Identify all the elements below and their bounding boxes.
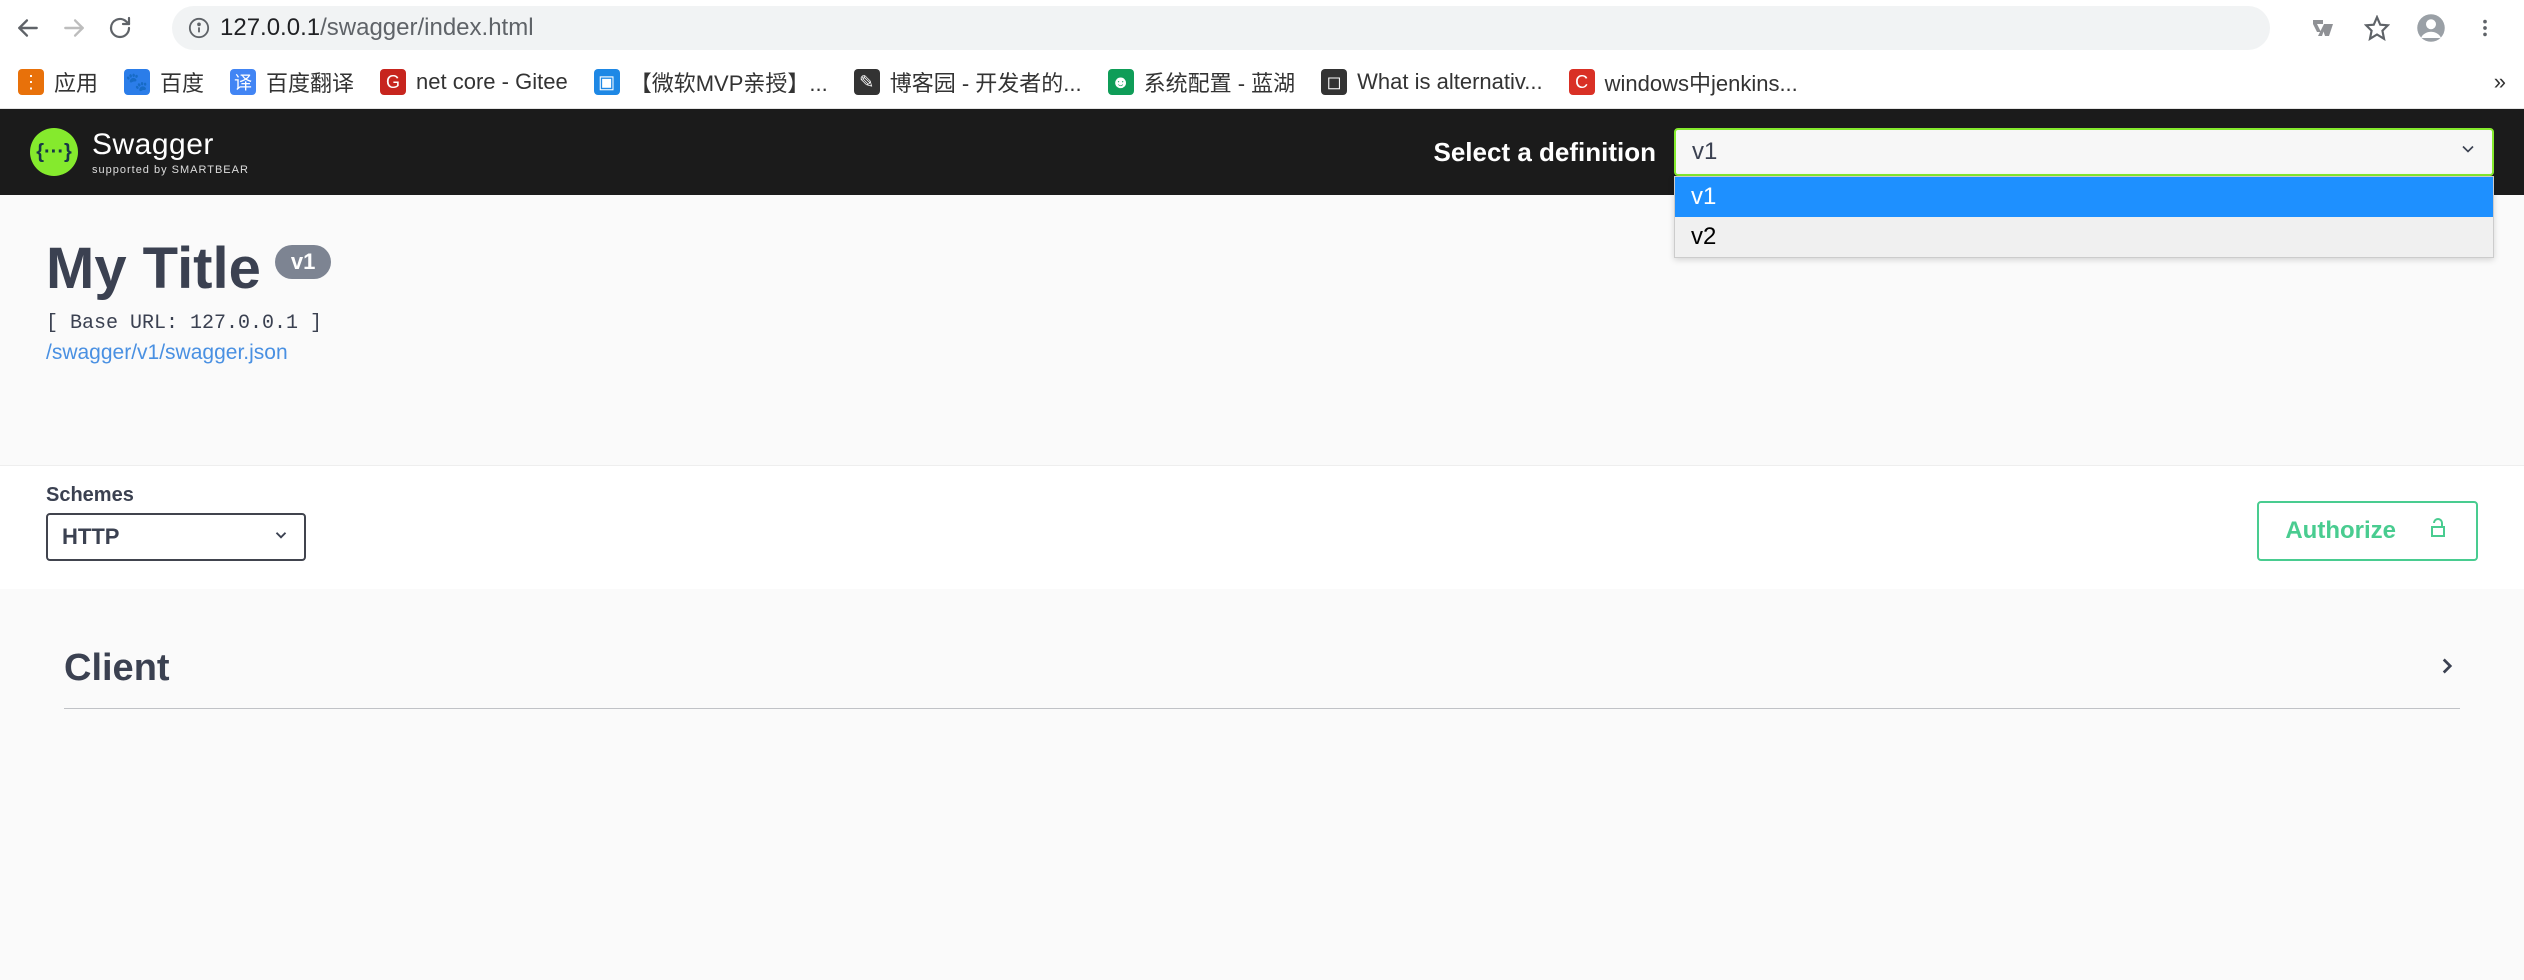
- swagger-brand-text: Swagger: [92, 128, 214, 161]
- url-path: /swagger/index.html: [320, 14, 533, 41]
- version-badge: v1: [275, 245, 331, 279]
- bookmark-icon: 译: [230, 69, 256, 95]
- bookmark-label: 系统配置 - 蓝湖: [1144, 66, 1296, 98]
- schemes-row: Schemes HTTP Authorize: [0, 465, 2524, 589]
- bookmark-label: net core - Gitee: [416, 69, 568, 95]
- bookmark-label: 应用: [54, 66, 98, 98]
- bookmark-item[interactable]: ▣ 【微软MVP亲授】...: [594, 66, 828, 98]
- bookmarks-row: ⋮⋮⋮ 应用 🐾 百度译百度翻译 Gnet core - Gitee ▣ 【微软MVP亲授】…: [0, 56, 2524, 108]
- bookmark-item[interactable]: Gnet core - Gitee: [380, 69, 568, 95]
- tag-row[interactable]: Client: [64, 629, 2460, 709]
- bookmark-label: What is alternativ...: [1357, 69, 1542, 95]
- bookmark-label: 百度: [160, 66, 204, 98]
- chevron-right-icon: [2434, 653, 2460, 684]
- bookmark-item[interactable]: 译百度翻译: [230, 66, 354, 98]
- schemes-label: Schemes: [46, 484, 306, 507]
- star-icon[interactable]: [2362, 13, 2392, 43]
- definition-option[interactable]: v2: [1675, 217, 2493, 257]
- url-text: 127.0.0.1/swagger/index.html: [220, 14, 534, 42]
- authorize-button[interactable]: Authorize: [2257, 501, 2478, 561]
- definition-option[interactable]: v1: [1675, 177, 2493, 217]
- api-title: My Title: [46, 235, 261, 302]
- url-bar[interactable]: 127.0.0.1/swagger/index.html: [172, 6, 2270, 50]
- definition-select[interactable]: v1: [1674, 128, 2494, 176]
- profile-icon[interactable]: [2416, 13, 2446, 43]
- bookmark-icon: ◻: [1321, 69, 1347, 95]
- bookmark-icon: ✎: [854, 69, 880, 95]
- url-host: 127.0.0.1: [220, 14, 320, 41]
- bookmark-icon: 🐾: [124, 69, 150, 95]
- swagger-logo[interactable]: {···} Swagger supported by SMARTBEAR: [30, 128, 249, 176]
- bookmark-overflow[interactable]: »: [2494, 69, 2506, 95]
- reload-icon[interactable]: [106, 14, 134, 42]
- bookmark-icon: ▣: [594, 69, 620, 95]
- base-url: [ Base URL: 127.0.0.1 ]: [46, 312, 2478, 335]
- bookmark-icon: G: [380, 69, 406, 95]
- schemes-select-value: HTTP: [62, 524, 119, 550]
- chevron-down-icon: [272, 524, 290, 550]
- tag-name: Client: [64, 647, 170, 690]
- bookmark-item[interactable]: ✎ 博客园 - 开发者的...: [854, 66, 1082, 98]
- browser-right-icons: [2308, 13, 2510, 43]
- kebab-menu-icon[interactable]: [2470, 13, 2500, 43]
- bookmark-icon: ⋮⋮⋮: [18, 69, 44, 95]
- nav-row: 127.0.0.1/swagger/index.html: [0, 0, 2524, 56]
- definition-select-value: v1: [1692, 138, 1717, 166]
- bookmark-item[interactable]: ⋮⋮⋮ 应用: [18, 66, 98, 98]
- swagger-body: My Title v1 [ Base URL: 127.0.0.1 ] /swa…: [0, 195, 2524, 709]
- translate-icon[interactable]: [2308, 13, 2338, 43]
- definition-selector: Select a definition v1 v1v2: [1434, 128, 2495, 176]
- tags-section: Client: [46, 629, 2478, 709]
- forward-icon[interactable]: [60, 14, 88, 42]
- bookmark-label: windows中jenkins...: [1605, 66, 1798, 98]
- back-icon[interactable]: [14, 14, 42, 42]
- schemes-select[interactable]: HTTP: [46, 513, 306, 561]
- site-info-icon[interactable]: [188, 17, 210, 39]
- select-definition-label: Select a definition: [1434, 137, 1657, 168]
- bookmark-item[interactable]: ◻ What is alternativ...: [1321, 69, 1542, 95]
- bookmark-item[interactable]: Cwindows中jenkins...: [1569, 66, 1798, 98]
- swagger-header: {···} Swagger supported by SMARTBEAR Sel…: [0, 109, 2524, 195]
- chevron-down-icon: [2458, 138, 2478, 166]
- swagger-supported-text: supported by SMARTBEAR: [92, 164, 249, 176]
- bookmark-icon: ☻: [1108, 69, 1134, 95]
- authorize-label: Authorize: [2285, 517, 2396, 545]
- bookmark-icon: C: [1569, 69, 1595, 95]
- unlock-icon: [2426, 516, 2450, 547]
- bookmark-label: 百度翻译: [266, 66, 354, 98]
- bookmark-label: 【微软MVP亲授】...: [630, 66, 828, 98]
- definition-dropdown: v1v2: [1674, 176, 2494, 258]
- bookmark-item[interactable]: ☻ 系统配置 - 蓝湖: [1108, 66, 1296, 98]
- browser-chrome: 127.0.0.1/swagger/index.html ⋮⋮⋮ 应用 🐾 百度译百度…: [0, 0, 2524, 109]
- swagger-logo-icon: {···}: [30, 128, 78, 176]
- bookmark-item[interactable]: 🐾 百度: [124, 66, 204, 98]
- swagger-json-link[interactable]: /swagger/v1/swagger.json: [46, 341, 288, 365]
- bookmark-label: 博客园 - 开发者的...: [890, 66, 1082, 98]
